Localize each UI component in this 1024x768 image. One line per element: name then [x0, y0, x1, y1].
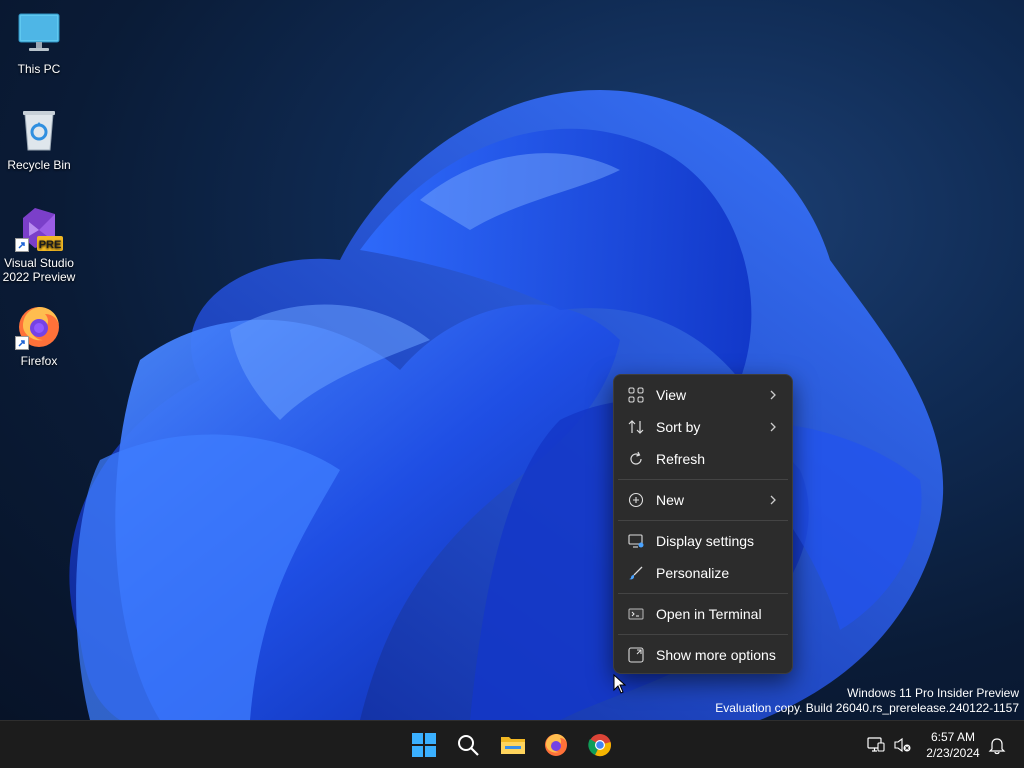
menu-item-refresh[interactable]: Refresh	[618, 444, 788, 474]
menu-item-display-settings[interactable]: Display settings	[618, 526, 788, 556]
plus-circle-icon	[628, 492, 644, 508]
taskbar: 6:57 AM 2/23/2024	[0, 720, 1024, 768]
menu-separator	[618, 520, 788, 521]
sort-icon	[628, 420, 644, 434]
menu-item-label: Display settings	[656, 533, 755, 549]
expand-icon	[628, 647, 644, 663]
grid-icon	[628, 387, 644, 403]
start-icon	[412, 733, 436, 757]
mouse-cursor-icon	[613, 674, 627, 694]
display-settings-icon	[628, 534, 644, 548]
desktop-context-menu: View Sort by Refresh New Display setting…	[613, 374, 793, 674]
chrome-icon	[588, 734, 611, 757]
desktop-icon-visual-studio[interactable]: PRE Visual Studio 2022 Preview	[1, 204, 77, 284]
menu-item-label: Personalize	[656, 565, 730, 581]
clock-time: 6:57 AM	[930, 730, 976, 744]
clock-date: 2/23/2024	[926, 746, 980, 760]
menu-item-personalize[interactable]: Personalize	[618, 558, 788, 588]
desktop-icon-label: Firefox	[20, 354, 58, 368]
firefox-icon	[545, 734, 567, 756]
recycle-bin-icon	[15, 106, 63, 154]
evaluation-watermark: Windows 11 Pro Insider Preview Evaluatio…	[715, 686, 1019, 716]
menu-item-sort-by[interactable]: Sort by	[618, 412, 788, 442]
file-explorer-icon	[501, 737, 525, 754]
speaker-muted-icon[interactable]	[892, 735, 912, 755]
taskbar-chrome[interactable]	[582, 727, 618, 763]
menu-item-open-in-terminal[interactable]: Open in Terminal	[618, 599, 788, 629]
refresh-icon	[630, 451, 642, 465]
watermark-line1: Windows 11 Pro Insider Preview	[847, 686, 1019, 700]
menu-separator	[618, 479, 788, 480]
menu-item-label: Refresh	[656, 451, 706, 467]
menu-item-label: Sort by	[656, 419, 701, 435]
desktop-icon-label: This PC	[17, 62, 61, 76]
menu-item-label: Open in Terminal	[656, 606, 762, 622]
pre-badge-text: PRE	[39, 239, 62, 251]
taskbar-file-explorer[interactable]	[494, 727, 530, 763]
network-icon[interactable]	[866, 735, 886, 755]
desktop-icon-label: Recycle Bin	[7, 158, 71, 172]
brush-icon	[629, 566, 643, 580]
notification-bell-icon[interactable]	[987, 735, 1007, 755]
menu-separator	[618, 634, 788, 635]
chevron-right-icon	[770, 422, 776, 432]
monitor-icon	[15, 10, 63, 58]
terminal-icon	[628, 608, 644, 620]
menu-separator	[618, 593, 788, 594]
menu-item-label: Show more options	[656, 647, 776, 663]
menu-item-view[interactable]: View	[618, 380, 788, 410]
firefox-icon	[15, 302, 63, 350]
shortcut-arrow-icon	[15, 238, 29, 252]
bloom-wallpaper-graphic	[69, 90, 944, 720]
desktop-icon-recycle-bin[interactable]: Recycle Bin	[1, 106, 77, 172]
visual-studio-icon: PRE	[15, 204, 63, 252]
chevron-right-icon	[770, 390, 776, 400]
start-button[interactable]	[406, 727, 442, 763]
chevron-right-icon	[770, 495, 776, 505]
taskbar-search-button[interactable]	[450, 727, 486, 763]
desktop-icon-label-line2: 2022 Preview	[2, 270, 76, 284]
menu-item-new[interactable]: New	[618, 485, 788, 515]
taskbar-firefox[interactable]	[538, 727, 574, 763]
desktop-icon-label: Visual Studio	[4, 256, 74, 270]
desktop-wallpaper[interactable]	[0, 0, 1024, 720]
desktop-icon-this-pc[interactable]: This PC	[1, 10, 77, 76]
watermark-line2: Evaluation copy. Build 26040.rs_prerelea…	[715, 701, 1019, 715]
taskbar-clock[interactable]: 6:57 AM 2/23/2024	[920, 729, 986, 761]
search-icon	[458, 735, 479, 756]
desktop-icon-firefox[interactable]: Firefox	[1, 302, 77, 368]
menu-item-label: New	[656, 492, 685, 508]
menu-item-show-more-options[interactable]: Show more options	[618, 640, 788, 670]
shortcut-arrow-icon	[15, 336, 29, 350]
menu-item-label: View	[656, 387, 687, 403]
